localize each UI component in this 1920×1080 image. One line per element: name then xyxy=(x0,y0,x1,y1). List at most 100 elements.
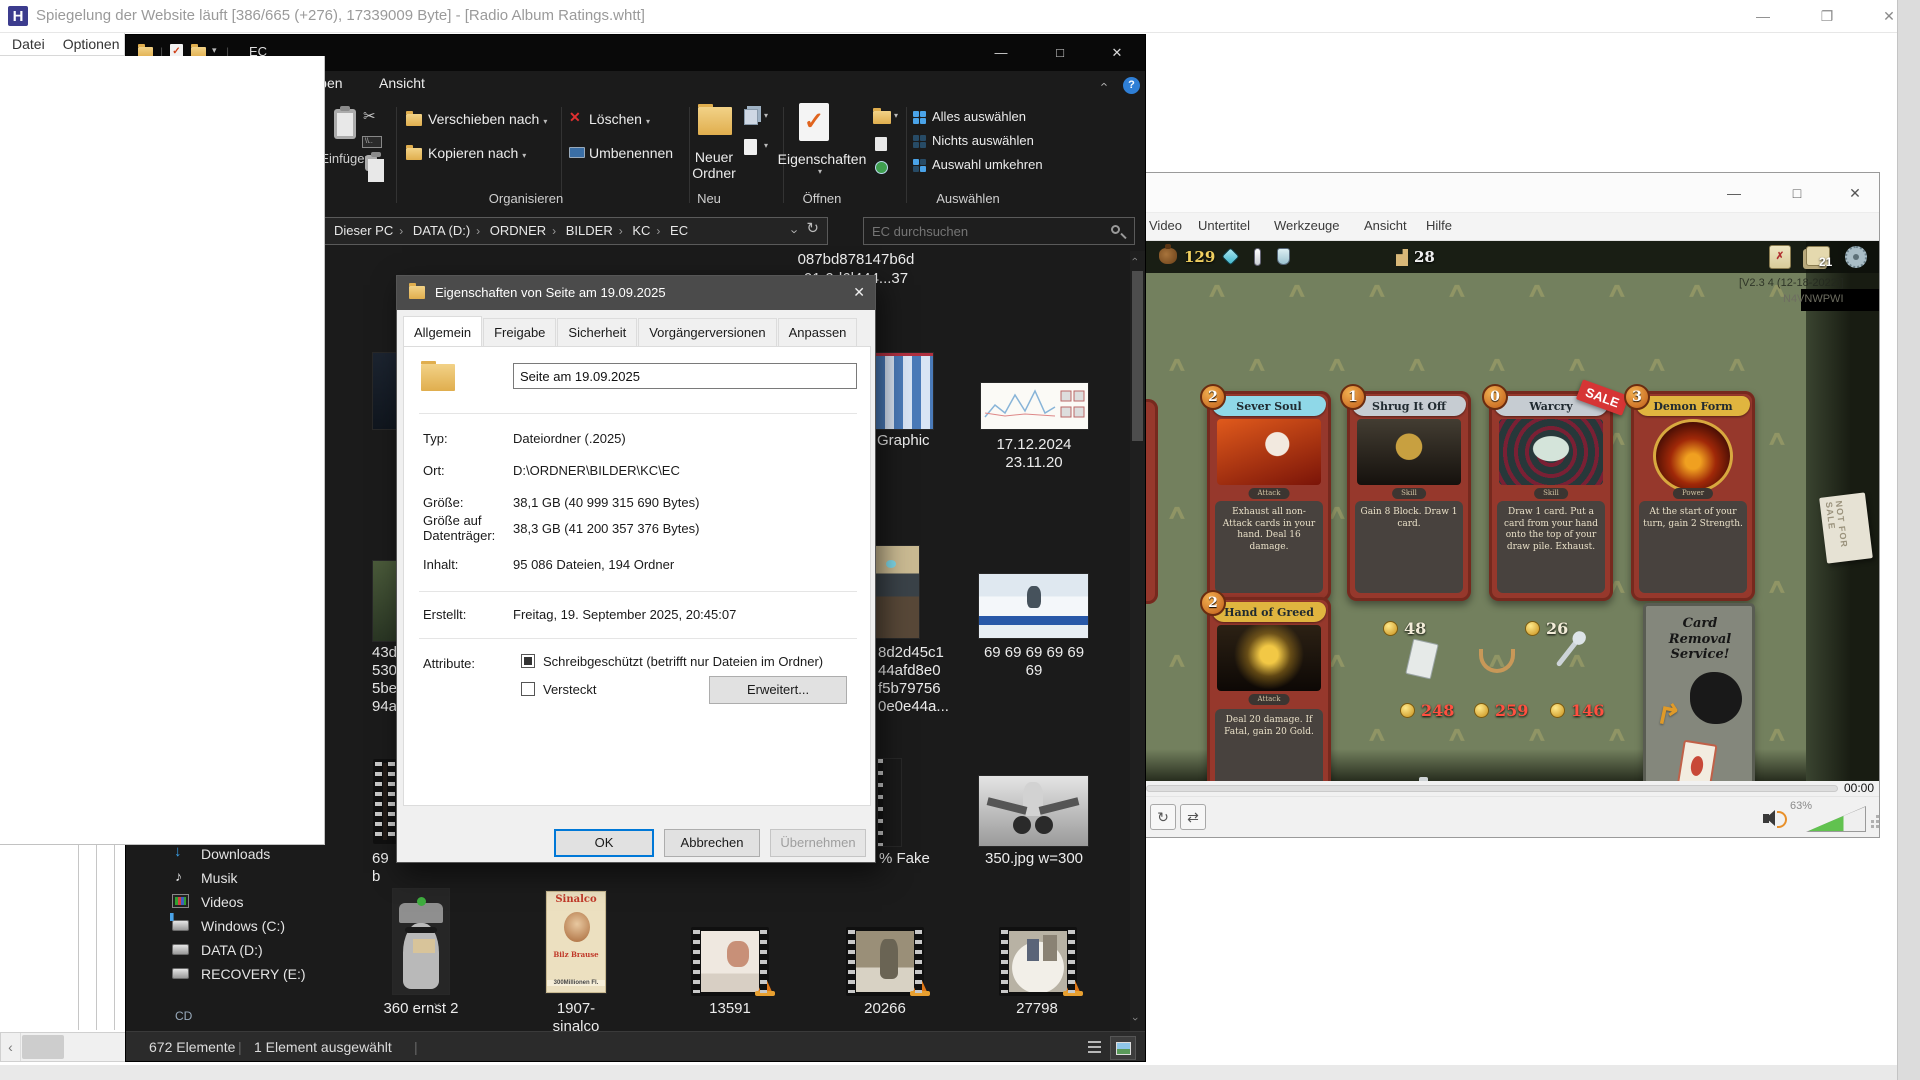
breadcrumb-item[interactable]: BILDER xyxy=(560,218,619,244)
breadcrumb-item[interactable]: KC xyxy=(626,218,656,244)
file-label[interactable]: 087bd878147b6d xyxy=(776,251,936,269)
file-thumbnail[interactable] xyxy=(691,927,769,996)
card-removal-service[interactable]: Card Removal Service! ↱ xyxy=(1643,603,1755,781)
card-sever-soul[interactable]: Sever Soul Attack Exhaust all non-Attack… xyxy=(1207,391,1331,601)
copy-icon[interactable] xyxy=(365,155,377,171)
file-thumbnail[interactable] xyxy=(999,927,1077,996)
chevron-down-icon[interactable]: › xyxy=(787,229,802,233)
maximize-icon[interactable]: □ xyxy=(1782,181,1812,205)
select-all-button[interactable]: Alles auswählen xyxy=(932,109,1026,124)
file-label[interactable]: 43de 5306 5be6 94ad xyxy=(372,644,398,716)
thumbnail-view-icon[interactable] xyxy=(1110,1036,1136,1060)
sidebar-item-recovery-e[interactable]: RECOVERY (E:) xyxy=(201,966,306,982)
file-thumbnail[interactable] xyxy=(393,889,449,994)
relic-icon[interactable] xyxy=(1479,649,1515,673)
minimize-icon[interactable]: — xyxy=(1746,4,1780,28)
vlc-video-area[interactable]: ∧∧∧∧∧∧∧∧∧∧∧∧∧∧∧∧∧∧∧∧∧∧∧∧∧∧∧∧∧∧∧∧∧∧∧∧∧∧∧∧… xyxy=(1138,241,1880,781)
scrollbar-thumb[interactable] xyxy=(22,1035,64,1059)
close-icon[interactable]: ✕ xyxy=(1095,35,1139,71)
sidebar-item-cd-partial[interactable]: CD xyxy=(175,1009,192,1023)
file-label[interactable]: 360 ernst 2 xyxy=(381,1000,461,1018)
readonly-label[interactable]: Schreibgeschützt (betrifft nur Dateien i… xyxy=(543,654,823,669)
paste-icon[interactable] xyxy=(334,109,356,139)
file-thumbnail[interactable] xyxy=(979,776,1088,846)
file-label[interactable]: 350.jpg w=300 xyxy=(964,850,1104,868)
tab-anpassen[interactable]: Anpassen xyxy=(778,318,858,348)
file-thumbnail[interactable] xyxy=(876,546,919,638)
open-icon[interactable] xyxy=(873,111,891,124)
map-icon[interactable]: ✗ xyxy=(1769,245,1791,269)
properties-icon[interactable]: ✓ xyxy=(799,103,829,141)
file-label[interactable]: Graphic xyxy=(877,432,939,450)
file-thumbnail[interactable]: Sinalco Bilz Brause 300Millionen Fl. xyxy=(546,891,606,993)
new-folder-icon[interactable] xyxy=(698,107,732,135)
tab-vorgaengerversionen[interactable]: Vorgängerversionen xyxy=(638,318,776,348)
file-label[interactable]: 27798 xyxy=(997,1000,1077,1018)
volume-slider[interactable] xyxy=(1806,806,1866,832)
file-label[interactable]: 8d2d45c1 44afd8e0 f5b79756 0e0e44a... xyxy=(878,644,942,716)
hidden-label[interactable]: Versteckt xyxy=(543,682,596,697)
vlc-menu-video[interactable]: Video xyxy=(1149,218,1182,233)
vlc-menu-hilfe[interactable]: Hilfe xyxy=(1426,218,1452,233)
httrack-horizontal-scrollbar[interactable]: ‹ xyxy=(0,1032,141,1062)
readonly-checkbox[interactable] xyxy=(521,654,535,668)
dialog-titlebar[interactable]: Eigenschaften von Seite am 19.09.2025 ✕ xyxy=(397,276,875,310)
collapse-ribbon-icon[interactable]: › xyxy=(1096,82,1111,86)
card-warcry[interactable]: Warcry Skill Draw 1 card. Put a card fro… xyxy=(1489,391,1613,601)
breadcrumb-item[interactable]: ORDNER xyxy=(484,218,552,244)
help-icon[interactable]: ? xyxy=(1123,77,1140,94)
scroll-up-icon[interactable]: › xyxy=(1129,257,1141,261)
cut-icon[interactable]: ✂ xyxy=(363,107,376,125)
copy-to-button[interactable]: Kopieren nach▾ xyxy=(428,145,526,161)
select-none-button[interactable]: Nichts auswählen xyxy=(932,133,1034,148)
potion-icon[interactable] xyxy=(1221,247,1239,265)
file-thumbnail[interactable] xyxy=(373,561,397,641)
file-thumbnail[interactable] xyxy=(373,759,397,844)
new-folder-button[interactable]: Neuer xyxy=(684,149,744,165)
rename-button[interactable]: Umbenennen xyxy=(589,145,673,161)
search-input[interactable] xyxy=(872,221,1102,241)
volume-icon[interactable] xyxy=(1763,814,1769,823)
relic-icon[interactable] xyxy=(1405,639,1438,680)
file-label[interactable]: 69 69 69 69 69 69 xyxy=(974,644,1094,680)
card-shrug-it-off[interactable]: Shrug It Off Skill Gain 8 Block. Draw 1 … xyxy=(1347,391,1471,601)
invert-selection-button[interactable]: Auswahl umkehren xyxy=(932,157,1043,172)
vlc-menu-untertitel[interactable]: Untertitel xyxy=(1198,218,1250,233)
sidebar-scroll-down-icon[interactable]: › xyxy=(431,1002,446,1006)
vlc-menu-werkzeuge[interactable]: Werkzeuge xyxy=(1274,218,1340,233)
cancel-button[interactable]: Abbrechen xyxy=(664,829,760,857)
tab-sicherheit[interactable]: Sicherheit xyxy=(557,318,637,348)
resize-grip[interactable] xyxy=(1871,825,1874,828)
new-item-icon[interactable] xyxy=(744,139,757,155)
potion-icon[interactable] xyxy=(1254,248,1261,266)
seek-bar[interactable] xyxy=(1146,785,1838,792)
file-thumbnail[interactable] xyxy=(979,574,1088,638)
sidebar-item-musik[interactable]: Musik xyxy=(201,870,238,886)
close-icon[interactable]: ✕ xyxy=(1840,181,1870,205)
tab-freigabe[interactable]: Freigabe xyxy=(483,318,556,348)
search-box[interactable] xyxy=(863,217,1135,245)
edit-icon[interactable] xyxy=(875,137,887,151)
file-thumbnail[interactable] xyxy=(878,759,901,846)
breadcrumb-item[interactable]: DATA (D:) xyxy=(407,218,476,244)
folder-name-input[interactable] xyxy=(513,363,857,389)
delete-button[interactable]: Löschen▾ xyxy=(589,111,650,127)
gear-icon[interactable] xyxy=(1845,246,1867,268)
properties-button[interactable]: Eigenschaften xyxy=(774,151,870,167)
tab-allgemein[interactable]: Allgemein xyxy=(403,316,482,346)
file-thumbnail[interactable] xyxy=(373,353,397,429)
menu-optionen[interactable]: Optionen xyxy=(63,36,120,52)
scroll-left-icon[interactable]: ‹ xyxy=(1,1033,21,1061)
move-to-icon[interactable] xyxy=(406,114,422,126)
easy-access-icon[interactable] xyxy=(744,109,758,125)
scrollbar-thumb[interactable] xyxy=(1132,271,1143,441)
card-hand-of-greed[interactable]: Hand of Greed Attack Deal 20 damage. If … xyxy=(1207,597,1331,781)
advanced-button[interactable]: Erweitert... xyxy=(709,676,847,704)
loop-button[interactable]: ↻ xyxy=(1150,804,1176,830)
sidebar-item-data-d[interactable]: DATA (D:) xyxy=(201,942,263,958)
menu-datei[interactable]: Datei xyxy=(12,36,45,52)
file-label[interactable]: 13591 xyxy=(690,1000,770,1018)
minimize-icon[interactable]: — xyxy=(979,35,1023,71)
hidden-checkbox[interactable] xyxy=(521,682,535,696)
copy-to-icon[interactable] xyxy=(406,148,422,160)
